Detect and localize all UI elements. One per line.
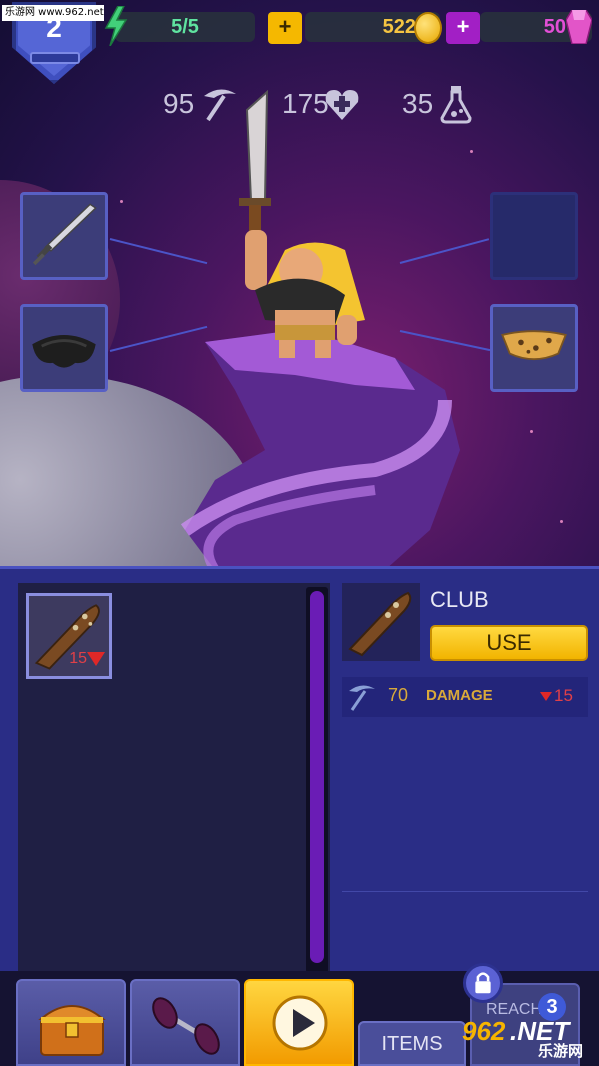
level-xp-bar [30,52,80,64]
heart-icon [325,90,359,120]
downgrade-arrow-icon [87,652,105,666]
equip-slot-weapon[interactable] [20,192,108,280]
equip-slot-belt[interactable] [490,304,578,392]
buy-gems-button[interactable]: + [446,12,480,44]
club-icon [348,591,412,657]
pickaxe-icon [204,89,236,122]
stat-value: 70 [388,685,409,705]
nav-play-button[interactable] [244,979,354,1066]
pickaxe-icon [349,685,375,711]
selected-item-name: CLUB [430,587,489,612]
site-watermark: 乐游网 www.962.net [2,5,104,21]
bolt-icon [104,6,128,46]
coin-icon [414,12,442,44]
tab-items[interactable]: ITEMS [358,1021,466,1066]
panel-divider [342,891,588,892]
inventory-list: 15 [18,583,330,975]
slot-connector [399,238,490,264]
lock-icon [463,963,503,1003]
nav-chest-button[interactable] [16,979,126,1066]
stat-potion-value: 35 [402,88,434,119]
gem-icon [566,10,592,44]
buy-gold-button[interactable]: + [268,12,302,44]
game-scene: 95 175 35 [0,0,599,566]
star [120,200,123,203]
nav-training-button[interactable] [130,979,240,1066]
selected-item-thumbnail [342,583,420,661]
inventory-item-club[interactable]: 15 [26,593,112,679]
dumbbell-icon [152,997,220,1055]
site-watermark-bottom: 962 .NET 乐游网 [462,1016,594,1064]
slot-connector [109,238,208,265]
stat-decrease-icon [540,692,552,701]
stat-damage-value: 95 [163,88,195,119]
inventory-scrollbar[interactable] [306,587,328,973]
star [470,150,473,153]
equip-slot-armor[interactable] [20,304,108,392]
top-bar: 2 乐游网 www.962.net 5/5 + 522 + 50 [0,0,599,84]
use-button[interactable]: USE [430,625,588,661]
fur-armor-icon [32,334,96,368]
star [530,430,533,433]
sword-icon [32,203,97,266]
item-quantity: 15 [69,650,87,667]
item-stat-row: 70 DAMAGE 15 [342,677,588,717]
hero-barbarian [239,90,365,358]
stat-label: DAMAGE [426,687,493,704]
bottom-nav: ITEMS REACH 3 962 .NET 乐游网 [0,963,599,1066]
watermark-cn: 乐游网 [538,1043,584,1060]
chest-icon [38,1005,106,1056]
cliff-rock [180,330,460,566]
play-icon [272,995,328,1051]
scrollbar-thumb[interactable] [310,591,324,963]
potion-icon [440,86,472,124]
energy-counter: 5/5 [115,12,255,42]
inventory-panel: 15 CLUB USE 70 DAMAGE 15 [0,566,599,975]
leopard-belt-icon [501,330,567,361]
equip-slot-empty[interactable] [490,192,578,280]
stat-delta: 15 [554,686,573,705]
star [560,520,563,523]
watermark-brand: 962 [462,1016,506,1046]
